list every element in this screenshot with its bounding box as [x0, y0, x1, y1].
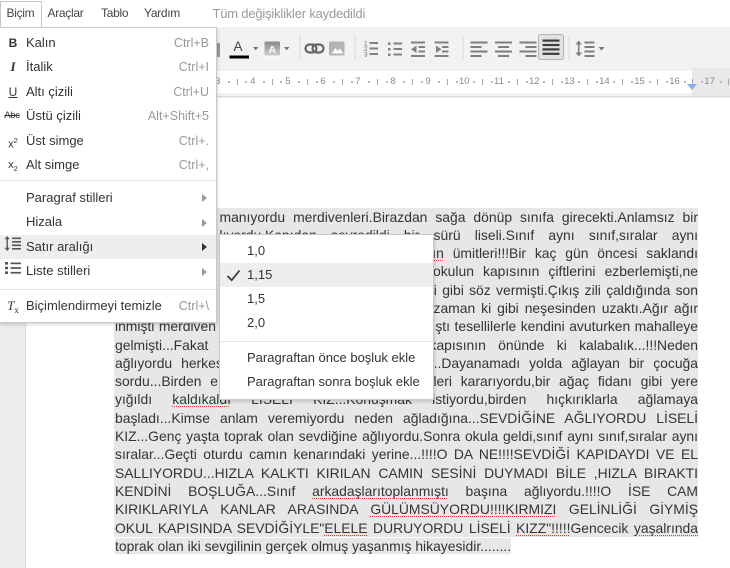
svg-text:3: 3: [364, 52, 368, 59]
svg-text:A: A: [269, 44, 277, 56]
svg-text:A: A: [233, 39, 242, 54]
